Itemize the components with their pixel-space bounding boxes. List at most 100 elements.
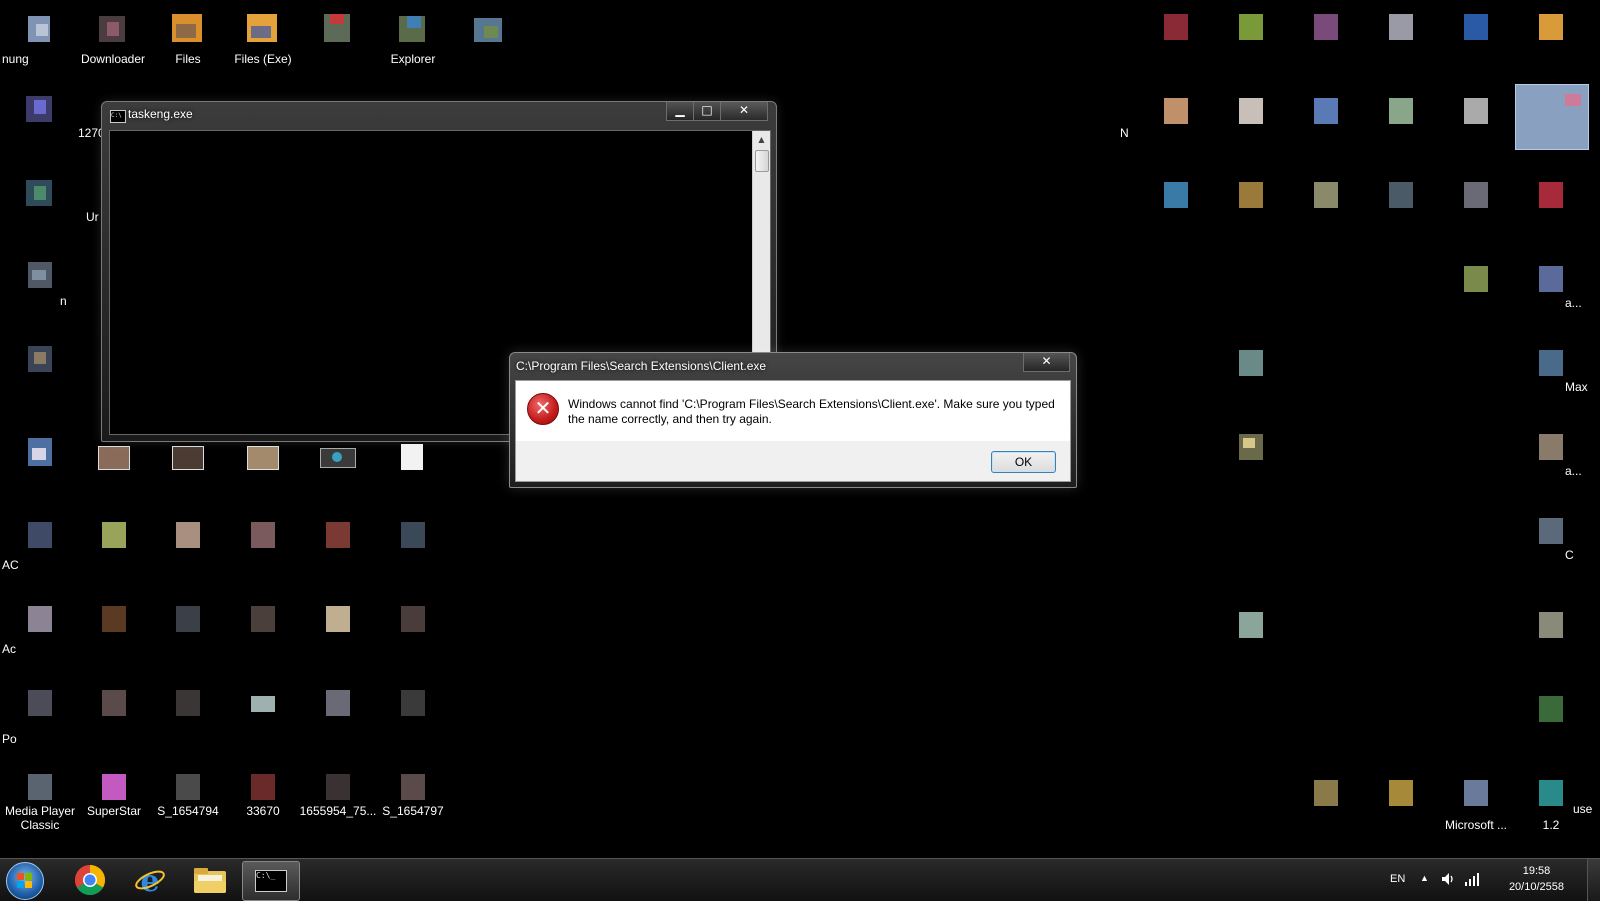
desktop-icon[interactable] [377, 596, 449, 670]
blurred-app-icon [1533, 180, 1567, 214]
desktop-icon[interactable]: C [1515, 510, 1587, 584]
desktop-icon[interactable]: Explorer [377, 6, 449, 80]
desktop-icon-microsoft[interactable]: Microsoft ... [1440, 772, 1512, 846]
blurred-app-icon [1308, 12, 1342, 46]
desktop-icon[interactable]: a... [1515, 258, 1587, 332]
desktop-icon[interactable] [302, 680, 374, 754]
desktop-icon[interactable] [1440, 90, 1512, 164]
desktop-icon[interactable]: Po [2, 680, 76, 754]
desktop-icon-s-1654794[interactable]: S_1654794 [152, 764, 224, 838]
desktop-icon[interactable] [1215, 174, 1287, 248]
desktop-icon[interactable] [1215, 604, 1287, 678]
desktop-icon[interactable] [377, 438, 449, 512]
clock[interactable]: 19:58 20/10/2558 [1509, 863, 1564, 895]
desktop-icon-s-1654797[interactable]: S_1654797 [377, 764, 449, 838]
desktop-icon[interactable] [302, 512, 374, 586]
desktop-icon-media-player-classic[interactable]: Media Player Classic [4, 764, 76, 838]
taskbar-windows-explorer[interactable] [182, 861, 238, 899]
desktop-icon-selected[interactable] [1515, 84, 1589, 158]
desktop-icon[interactable] [1290, 90, 1362, 164]
desktop-icon[interactable] [1215, 90, 1287, 164]
language-indicator[interactable]: EN [1390, 873, 1405, 885]
desktop-icon[interactable] [152, 512, 224, 586]
desktop-icon[interactable] [227, 596, 299, 670]
show-desktop-button[interactable] [1587, 859, 1600, 901]
desktop-icon[interactable] [227, 680, 299, 754]
desktop-icon[interactable] [1140, 6, 1212, 80]
blurred-app-icon [22, 176, 56, 210]
desktop-icon[interactable] [1290, 174, 1362, 248]
desktop-icon[interactable] [377, 680, 449, 754]
desktop-icon[interactable] [377, 512, 449, 586]
desktop-icon[interactable] [4, 252, 76, 326]
desktop-icon[interactable] [1140, 90, 1212, 164]
desktop-icon[interactable] [1440, 6, 1512, 80]
ok-button[interactable]: OK [991, 451, 1056, 473]
desktop-icon-1-2[interactable]: 1.2 use [1515, 772, 1592, 846]
show-hidden-icons-arrow-icon[interactable]: ▲ [1420, 873, 1429, 883]
taskbar-internet-explorer[interactable]: e [122, 861, 178, 899]
desktop-icon[interactable] [227, 512, 299, 586]
desktop-icon[interactable] [1365, 772, 1437, 846]
desktop-icon[interactable] [1515, 6, 1587, 80]
desktop-icon[interactable] [227, 438, 299, 512]
blurred-app-icon [1458, 778, 1492, 812]
desktop-icon[interactable] [1215, 6, 1287, 80]
close-button[interactable]: ✕ [720, 102, 768, 121]
message-area: ✕ Windows cannot find 'C:\Program Files\… [516, 381, 1070, 441]
desktop-icon[interactable] [4, 430, 76, 504]
desktop-icon[interactable] [1440, 174, 1512, 248]
desktop-icon-33670[interactable]: 33670 [227, 764, 299, 838]
desktop-icon[interactable] [1440, 258, 1512, 332]
desktop-icon[interactable] [302, 6, 374, 80]
blurred-app-icon [1308, 778, 1342, 812]
network-signal-icon[interactable] [1464, 871, 1480, 887]
desktop-icon[interactable] [78, 596, 150, 670]
start-button[interactable] [6, 862, 44, 900]
desktop-icon[interactable]: Downloader [77, 6, 149, 80]
dialog-close-button[interactable]: ✕ [1023, 353, 1070, 372]
desktop-icon[interactable] [1215, 342, 1287, 416]
blurred-app-icon [1533, 264, 1567, 298]
desktop-icon-superstar[interactable]: SuperStar [78, 764, 150, 838]
desktop-icon[interactable] [4, 336, 76, 410]
desktop-icon[interactable] [1365, 174, 1437, 248]
desktop-icon[interactable] [1290, 6, 1362, 80]
maximize-button[interactable]: □ [693, 102, 721, 121]
desktop-icon[interactable] [1515, 174, 1587, 248]
taskbar-chrome[interactable] [62, 861, 118, 899]
desktop-icon[interactable] [152, 596, 224, 670]
desktop-icon[interactable] [1515, 604, 1587, 678]
taskbar-command-prompt-active[interactable]: C:\_ [242, 861, 300, 901]
desktop-icon[interactable] [1365, 6, 1437, 80]
desktop-icon[interactable] [4, 170, 76, 244]
minimize-button[interactable]: ▁ [666, 102, 694, 121]
blurred-app-icon [1383, 180, 1417, 214]
scroll-up-arrow-icon[interactable]: ▲ [753, 131, 770, 148]
desktop-icon[interactable]: Files [152, 6, 224, 80]
desktop-icon[interactable] [1140, 174, 1212, 248]
desktop-icon[interactable]: AC [2, 512, 76, 586]
desktop-icon[interactable] [78, 512, 150, 586]
desktop-icon[interactable] [452, 6, 524, 80]
desktop-icon-1655954[interactable]: 1655954_75... [300, 764, 376, 838]
desktop-icon[interactable]: Ac [2, 596, 76, 670]
desktop-icon[interactable] [78, 680, 150, 754]
scroll-thumb[interactable] [755, 150, 769, 172]
desktop-icon[interactable]: Files (Exe) [227, 6, 299, 80]
desktop-icon[interactable] [152, 438, 224, 512]
desktop-icon[interactable] [1515, 688, 1587, 762]
desktop-icon[interactable]: a... [1515, 426, 1587, 500]
desktop-icon[interactable] [302, 596, 374, 670]
error-dialog[interactable]: C:\Program Files\Search Extensions\Clien… [509, 352, 1077, 488]
desktop-icon[interactable] [1365, 90, 1437, 164]
volume-icon[interactable] [1440, 871, 1456, 887]
desktop-icon[interactable] [78, 438, 150, 512]
desktop-icon[interactable] [152, 680, 224, 754]
desktop-icon[interactable] [4, 86, 76, 160]
desktop-icon[interactable] [302, 438, 374, 512]
desktop-icon[interactable]: nung [2, 6, 76, 80]
desktop-icon[interactable]: Max [1515, 342, 1588, 416]
desktop-icon[interactable] [1215, 426, 1287, 500]
desktop-icon[interactable] [1290, 772, 1362, 846]
